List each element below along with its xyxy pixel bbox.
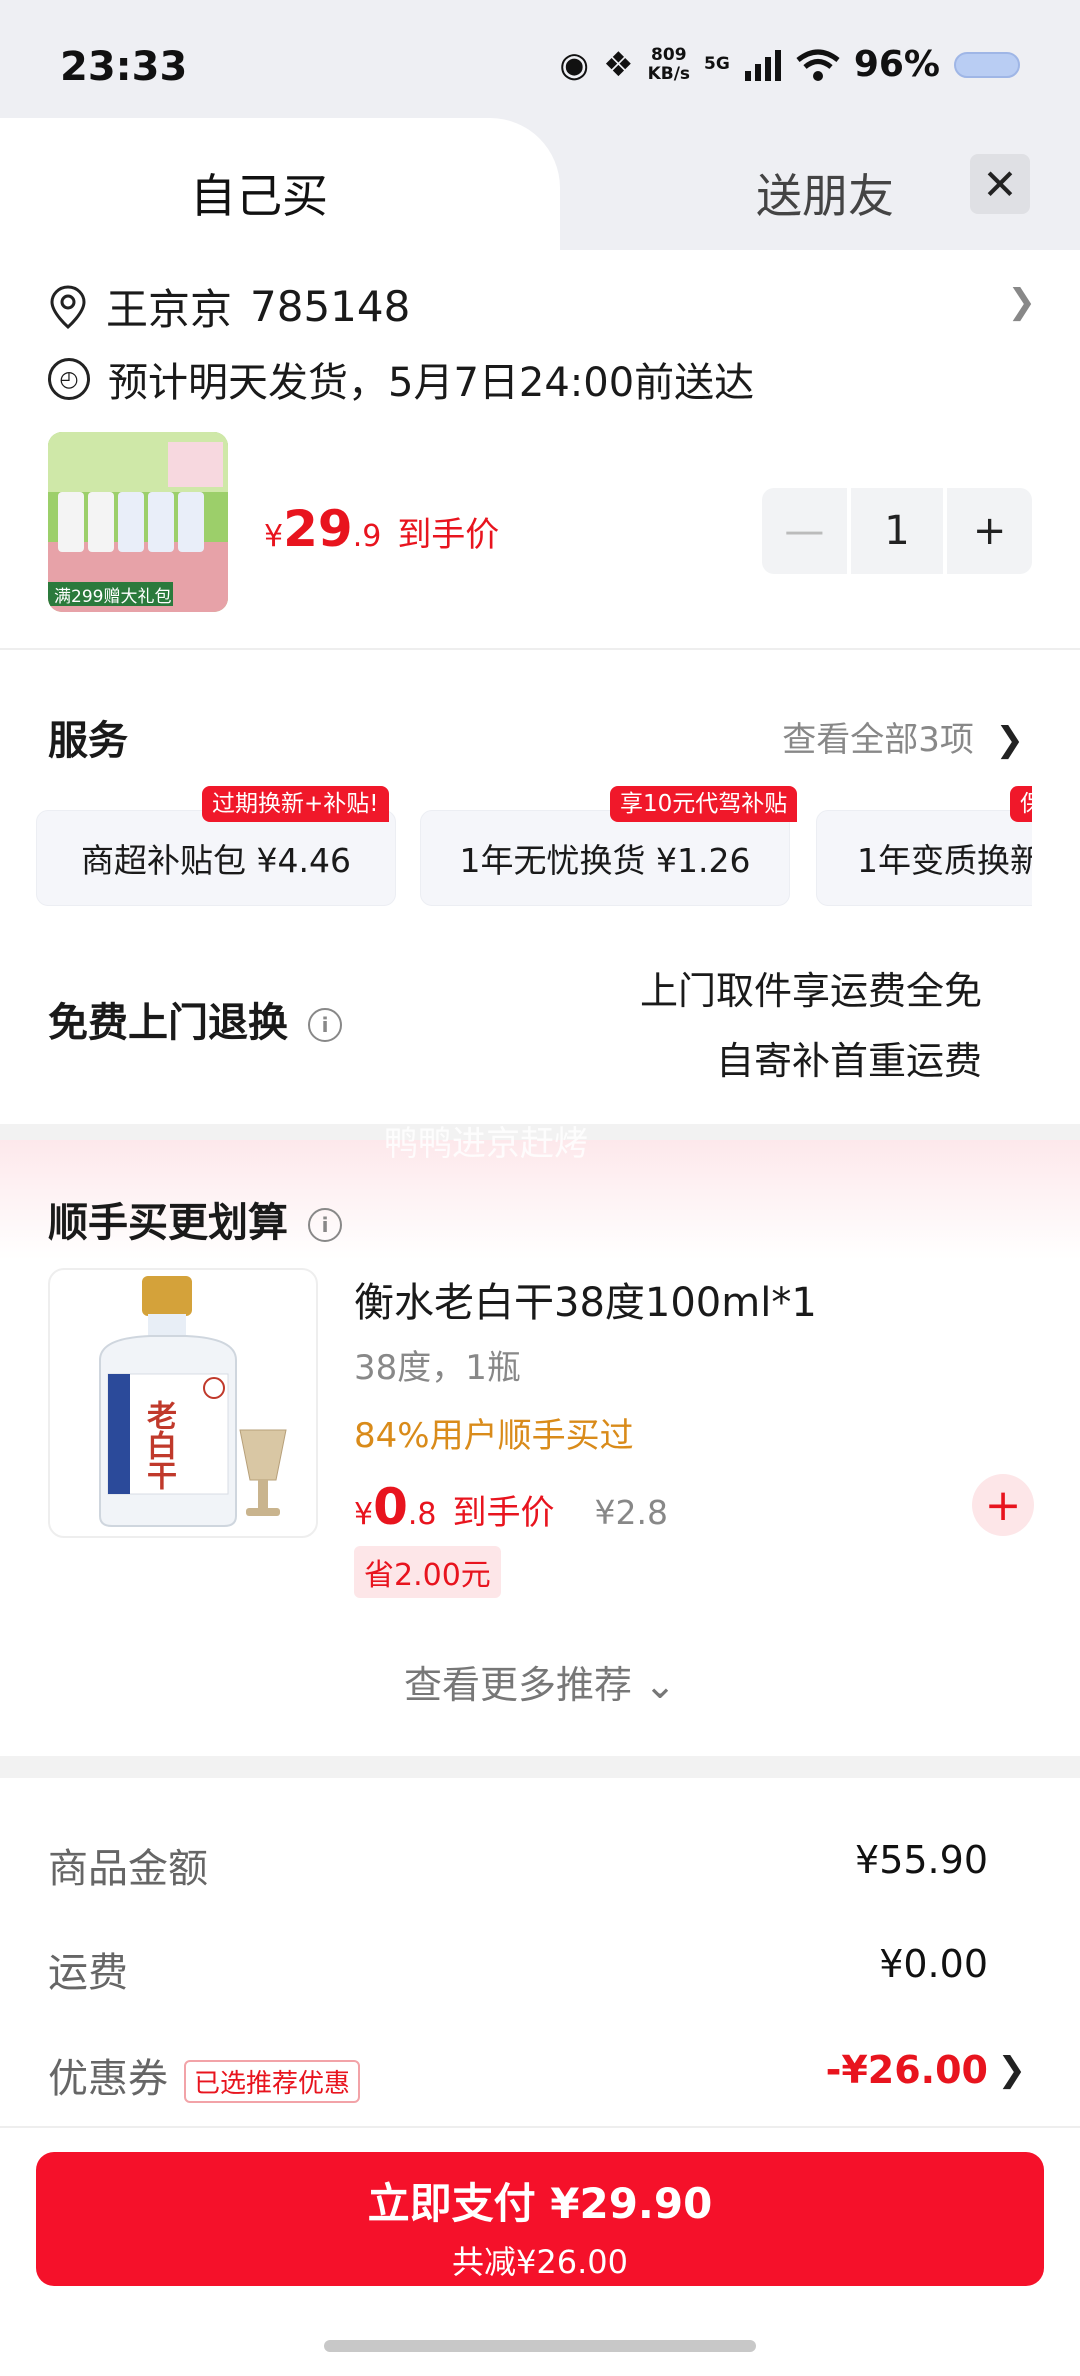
bluetooth-icon: ❖ (603, 44, 634, 85)
product-price: ¥ 29 .9 到手价 (264, 500, 499, 558)
shipping-estimate: 预计明天发货，5月7日24:00前送达 (108, 360, 755, 406)
price-integer: 29 (283, 500, 353, 558)
return-service-line2: 自寄补首重运费 (715, 1039, 982, 1083)
service-card-exchange[interactable]: 1年无忧换货 ¥1.26 (420, 810, 790, 906)
return-service-line1: 上门取件享运费全免 (639, 969, 982, 1013)
recommend-bought-rate: 84%用户顺手买过 (354, 1416, 634, 1456)
signal-icon (744, 49, 781, 81)
address-chevron-icon[interactable]: ❯ (1008, 282, 1037, 322)
receiver-name: 王京京 (106, 285, 233, 334)
service-view-all[interactable]: 查看全部3项 ❯ (782, 712, 1024, 761)
divider (0, 648, 1080, 650)
watermark: 鸭鸭进京赶烤 (384, 1124, 588, 1164)
coupon-value: -¥26.00 (825, 2048, 988, 2092)
network-speed-unit: KB/s (647, 63, 691, 84)
quantity-value[interactable]: 1 (850, 488, 944, 574)
product-thumbnail[interactable]: 满299赠大礼包 (48, 432, 228, 612)
more-recommend-link[interactable]: 查看更多推荐 ⌄ (0, 1654, 1080, 1709)
home-indicator[interactable] (324, 2340, 756, 2352)
info-icon[interactable]: i (308, 1208, 342, 1242)
recommend-title-label: 顺手买更划算 (48, 1200, 288, 1246)
shipping-row: ◴ 预计明天发货，5月7日24:00前送达 (48, 350, 754, 408)
coupon-tag: 已选推荐优惠 (184, 2059, 361, 2103)
recommend-title: 顺手买更划算 i (48, 1190, 342, 1248)
price-note: 到手价 (452, 1493, 555, 1533)
receiver-code: 785148 (250, 282, 411, 331)
chevron-down-icon: ⌄ (644, 1663, 676, 1707)
recommend-price: ¥ 0 .8 到手价 ¥2.8 (354, 1478, 668, 1536)
freight-value: ¥0.00 (879, 1942, 988, 1986)
goods-amount-label: 商品金额 (48, 1846, 208, 1892)
quantity-decrease-button[interactable]: — (762, 488, 847, 574)
tab-self-buy-label: 自己买 (190, 169, 328, 223)
service-cards: 商超补贴包 ¥4.46 过期换新+补贴! 1年无忧换货 ¥1.26 享10元代驾… (36, 780, 1032, 910)
status-bar: 23:33 ◉ ❖ 809 KB/s 5G 96% (0, 0, 1080, 122)
service-card-label: 1年变质换新 (857, 841, 1032, 880)
pay-discount-label: 共减¥26.00 (452, 2243, 628, 2281)
divider (0, 2126, 1080, 2128)
purchase-mode-tabs: 自己买 送朋友 ✕ (0, 118, 1080, 256)
wifi-icon (796, 49, 840, 81)
return-service-label: 免费上门退换 (48, 1000, 288, 1046)
info-icon[interactable]: i (308, 1008, 342, 1042)
quantity-increase-button[interactable]: + (947, 488, 1032, 574)
status-time: 23:33 (60, 44, 188, 90)
recommend-product-name[interactable]: 衡水老白干38度100ml*1 (354, 1270, 817, 1328)
coupon-label: 优惠券 (48, 2056, 168, 2102)
price-note: 到手价 (397, 515, 500, 555)
service-card-label: 1年无忧换货 ¥1.26 (459, 841, 751, 880)
battery-percent: 96% (853, 44, 940, 85)
clock-icon: ◴ (48, 358, 90, 400)
pay-now-label: 立即支付 ¥29.90 (367, 2179, 713, 2228)
price-currency: ¥ (264, 519, 284, 554)
freight-label: 运费 (48, 1950, 128, 1996)
original-price: ¥2.8 (594, 1493, 668, 1532)
address-row[interactable]: 王京京 785148 (48, 276, 410, 337)
location-pin-icon (50, 284, 86, 329)
service-card-tag: 过期换新+补贴! (202, 786, 389, 822)
price-integer: 0 (373, 1478, 408, 1536)
chevron-right-icon: ❯ (995, 720, 1025, 760)
battery-icon (954, 51, 1020, 78)
service-card-tag: 保 (1010, 786, 1032, 822)
coupon-row[interactable]: 优惠券 已选推荐优惠 (48, 2046, 361, 2104)
price-decimal: .8 (407, 1497, 437, 1532)
recommend-product-spec: 38度，1瓶 (354, 1348, 521, 1388)
service-card-spoil[interactable]: 1年变质换新 (816, 810, 1032, 906)
close-button[interactable]: ✕ (970, 154, 1030, 214)
savings-badge: 省2.00元 (354, 1546, 501, 1598)
status-icons: ◉ ❖ 809 KB/s 5G 96% (559, 44, 1020, 85)
service-view-all-label: 查看全部3项 (782, 720, 974, 760)
network-speed: 809 KB/s (647, 44, 691, 84)
quantity-stepper: — 1 + (762, 488, 1032, 574)
service-card-tag: 享10元代驾补贴 (610, 786, 798, 822)
return-service-title: 免费上门退换 i (48, 990, 342, 1048)
pay-now-button[interactable]: 立即支付 ¥29.90 共减¥26.00 (36, 2152, 1044, 2286)
recommend-product-image[interactable]: 老白干 (48, 1268, 318, 1538)
tab-self-buy[interactable]: 自己买 (0, 118, 560, 256)
price-decimal: .9 (352, 519, 382, 554)
coupon-chevron-icon[interactable]: ❯ (998, 2050, 1027, 2090)
close-icon: ✕ (982, 159, 1018, 209)
thumbnail-banner: 满299赠大礼包 (54, 587, 172, 607)
location-icon: ◉ (559, 44, 590, 85)
signal-type: 5G (704, 54, 730, 74)
network-speed-value: 809 (651, 44, 687, 65)
goods-amount-value: ¥55.90 (855, 1838, 988, 1882)
tab-send-friend[interactable]: 送朋友 (756, 160, 894, 226)
service-card-subsidy[interactable]: 商超补贴包 ¥4.46 (36, 810, 396, 906)
add-to-order-button[interactable]: + (972, 1474, 1034, 1536)
service-title: 服务 (48, 718, 128, 764)
price-currency: ¥ (354, 1497, 374, 1532)
more-recommend-label: 查看更多推荐 (404, 1663, 633, 1707)
plus-icon: + (984, 1479, 1022, 1531)
service-card-label: 商超补贴包 ¥4.46 (81, 841, 351, 880)
bottle-label: 老白干 (141, 1400, 176, 1490)
